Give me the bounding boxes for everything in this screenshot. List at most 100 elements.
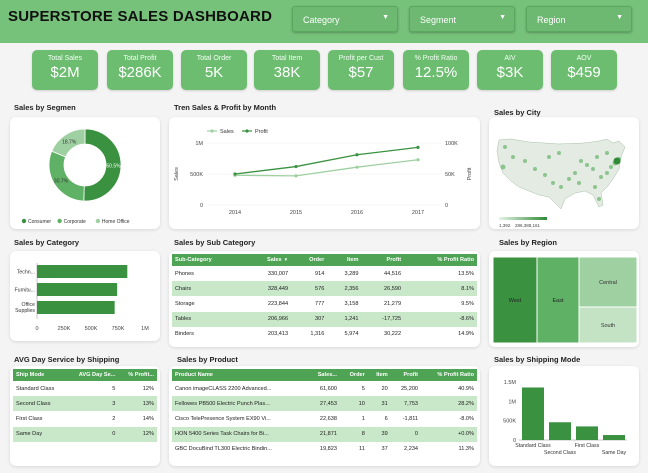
column-header[interactable]: Item bbox=[327, 254, 362, 266]
table-row[interactable]: Same Day 0 12% bbox=[13, 426, 157, 442]
kpi-value: $2M bbox=[50, 64, 80, 81]
table-cell: 14.9% bbox=[404, 326, 477, 342]
column-header-label: Sales bbox=[267, 257, 282, 263]
x-tick-label: Second Class bbox=[544, 450, 576, 456]
column-header-label: % Profit... bbox=[128, 372, 154, 378]
table-cell: Tables bbox=[172, 311, 245, 327]
kpi-label: % Profit Ratio bbox=[414, 55, 458, 62]
table-row[interactable]: Cisco TelePresence System EX90 Vi... 22,6… bbox=[172, 411, 477, 427]
city-title: Sales by City bbox=[494, 108, 541, 117]
table-cell: GBC DocuBind TL300 Electric Bindin... bbox=[172, 441, 307, 457]
column-header[interactable]: Profit bbox=[390, 369, 422, 381]
table-cell: 39 bbox=[367, 426, 391, 442]
region-filter-label: Region bbox=[537, 15, 566, 25]
data-point bbox=[355, 153, 359, 157]
column-header[interactable]: Sub-Category bbox=[172, 254, 245, 266]
legend-dot bbox=[57, 218, 62, 224]
column-header[interactable]: Order bbox=[291, 254, 328, 266]
table-row[interactable]: Phones 330,007 914 3,289 44,516 13.5% bbox=[172, 266, 477, 282]
y2-tick-label: 0 bbox=[445, 203, 448, 209]
x-tick-label: 0 bbox=[35, 326, 38, 332]
column-header[interactable]: % Profit Ratio bbox=[404, 254, 477, 266]
column-header[interactable]: Sales ▼ bbox=[244, 254, 292, 266]
data-point bbox=[294, 174, 298, 178]
table-row[interactable]: HON 5400 Series Task Chairs for Bi... 21,… bbox=[172, 426, 477, 442]
table-row[interactable]: Second Class 3 13% bbox=[13, 396, 157, 412]
table-row[interactable]: Binders 203,413 1,316 5,974 30,222 14.9% bbox=[172, 326, 477, 342]
column-header-label: % Profit Ratio bbox=[437, 257, 474, 263]
segment-donut-chart: 50.5% 30.7% 18.7% Consumer Corporate Home Off… bbox=[21, 128, 130, 225]
table-cell: 9.5% bbox=[404, 296, 477, 312]
table-row[interactable]: GBC DocuBind TL300 Electric Bindin... 19,… bbox=[172, 441, 477, 457]
table-row[interactable]: Fellowes PB500 Electric Punch Plas... 27,… bbox=[172, 396, 477, 412]
kpi-card: AOV $459 bbox=[551, 50, 617, 90]
map-scale-min: 1,392 bbox=[499, 223, 511, 228]
table-cell: 14% bbox=[118, 411, 157, 427]
table-cell: 27,453 bbox=[306, 396, 340, 412]
region-card: West East Central South bbox=[489, 251, 639, 347]
table-cell: First Class bbox=[13, 411, 67, 427]
column-header[interactable]: Order bbox=[339, 369, 368, 381]
column-header[interactable]: % Profit... bbox=[118, 369, 157, 381]
donut-label: 30.7% bbox=[54, 178, 69, 184]
column-header[interactable]: Sales... bbox=[306, 369, 340, 381]
kpi-value: 12.5% bbox=[414, 64, 458, 81]
table-cell: Storage bbox=[172, 296, 245, 312]
table-cell: Canon imageCLASS 2200 Advanced... bbox=[172, 381, 307, 397]
table-cell: 7,753 bbox=[390, 396, 422, 412]
legend-marker bbox=[245, 129, 249, 133]
table-row[interactable]: First Class 2 14% bbox=[13, 411, 157, 427]
y2-tick-label: 50K bbox=[445, 172, 455, 178]
chevron-down-icon: ▼ bbox=[499, 14, 506, 21]
shipping-mode-bar bbox=[576, 426, 598, 440]
column-header[interactable]: Ship Mode bbox=[13, 369, 67, 381]
sort-desc-icon: ▼ bbox=[283, 257, 289, 262]
table-row[interactable]: Chairs 328,449 576 2,356 26,590 8.1% bbox=[172, 281, 477, 297]
table-cell: +0.0% bbox=[421, 426, 477, 442]
column-header-label: Order bbox=[349, 372, 365, 378]
table-row[interactable]: Tables 206,966 307 1,241 -17,725 -8.6% bbox=[172, 311, 477, 327]
table-cell: Standard Class bbox=[13, 381, 67, 397]
column-header[interactable]: Item bbox=[367, 369, 391, 381]
y-tick-label: 1.5M bbox=[504, 380, 517, 386]
table-cell: Fellowes PB500 Electric Punch Plas... bbox=[172, 396, 307, 412]
column-header[interactable]: % Profit Ratio bbox=[421, 369, 477, 381]
table-cell: Binders bbox=[172, 326, 245, 342]
kpi-value: $286K bbox=[118, 64, 162, 81]
table-cell: -1,811 bbox=[390, 411, 422, 427]
city-card: 1,392 286,388,161 bbox=[489, 117, 639, 229]
table-row[interactable]: Canon imageCLASS 2200 Advanced... 61,600 5… bbox=[172, 381, 477, 397]
x-tick-label: 250K bbox=[58, 326, 71, 332]
table-row[interactable]: Storage 223,844 777 3,158 21,279 9.5% bbox=[172, 296, 477, 312]
category-card: Techn... Furnitu... Office Supplies 0 250K 500… bbox=[10, 251, 160, 341]
kpi-card: Total Order 5K bbox=[181, 50, 247, 90]
category-filter[interactable]: Category ▼ bbox=[292, 6, 398, 32]
table-cell: 1,241 bbox=[327, 311, 362, 327]
kpi-card: Total Sales $2M bbox=[32, 50, 98, 90]
x-tick-label: Same Day bbox=[602, 450, 627, 456]
product-table: Product Name Sales... Order Item Profit % Pro… bbox=[172, 369, 477, 457]
table-cell: 2,356 bbox=[327, 281, 362, 297]
table-cell: HON 5400 Series Task Chairs for Bi... bbox=[172, 426, 307, 442]
column-header[interactable]: Product Name bbox=[172, 369, 307, 381]
region-filter[interactable]: Region ▼ bbox=[526, 6, 632, 32]
series-line bbox=[234, 146, 419, 175]
kpi-value: 5K bbox=[204, 64, 224, 81]
x-tick-label: Standard Class bbox=[515, 443, 551, 449]
column-header[interactable]: Profit bbox=[361, 254, 405, 266]
table-row[interactable]: Standard Class 5 12% bbox=[13, 381, 157, 397]
column-header[interactable]: AVG Day Se... bbox=[66, 369, 119, 381]
legend-label: Profit bbox=[255, 129, 268, 135]
shipping-service-table: Ship Mode AVG Day Se... % Profit... Standar… bbox=[13, 369, 157, 442]
table-cell: 307 bbox=[291, 311, 328, 327]
subcategory-card: Sub-Category Sales ▼ Order Item Profit % Profi… bbox=[169, 251, 480, 347]
segment-card: 50.5% 30.7% 18.7% Consumer Corporate Home Off… bbox=[10, 117, 160, 229]
chevron-down-icon: ▼ bbox=[616, 14, 623, 21]
header-row: Sub-Category Sales ▼ Order Item Profit % Profi… bbox=[172, 254, 477, 266]
table-cell: 5,974 bbox=[327, 326, 362, 342]
table-cell: 5 bbox=[66, 381, 119, 397]
category-label: Furnitu... bbox=[15, 288, 35, 294]
header-row: Product Name Sales... Order Item Profit % Pro… bbox=[172, 369, 477, 381]
region-treemap: West East Central South bbox=[492, 256, 638, 344]
segment-filter[interactable]: Segment ▼ bbox=[409, 6, 515, 32]
